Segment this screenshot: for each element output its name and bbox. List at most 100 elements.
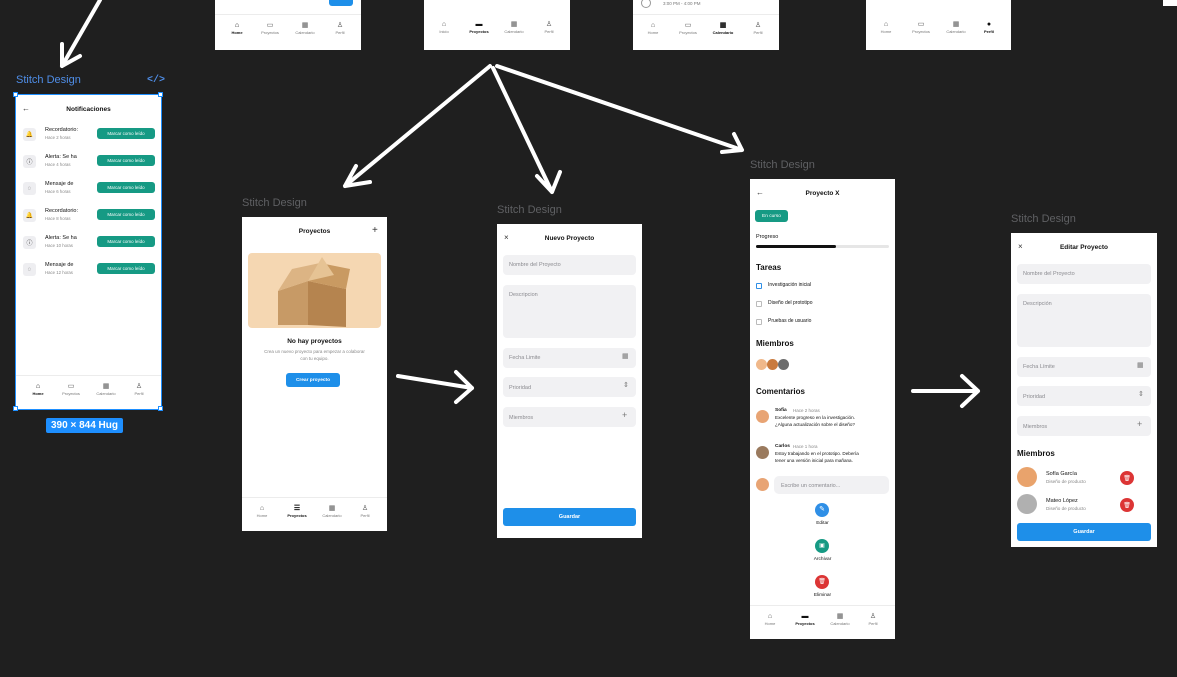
calendar-icon[interactable]: ▦ [622, 352, 629, 360]
new-project-screen[interactable]: × Nuevo Proyecto Nombre del Proyecto Des… [497, 224, 642, 538]
mark-read-button[interactable]: Marcar como leído [97, 155, 155, 166]
nav-perfil[interactable]: ♙ Perfil [325, 21, 355, 35]
top-frame-proyectos: ⌂ Inicio ▬ Proyectos ▦ Calendario ♙ Perfil [424, 0, 570, 50]
select-chevron-icon: ⇕ [1138, 391, 1144, 398]
nav-calendario[interactable]: ▦ Calendario [824, 612, 856, 626]
nav-calendario[interactable]: ▦ Calendario [498, 20, 530, 34]
nav-proyectos[interactable]: ▭ Proyectos [673, 21, 703, 35]
nav-perfil[interactable]: ● Perfil [974, 20, 1004, 34]
size-badge: 390 × 844 Hug [46, 418, 123, 433]
briefcase-icon: ▬ [801, 613, 809, 620]
create-project-button[interactable]: Crear proyecto [286, 373, 340, 387]
avatar [756, 410, 769, 423]
resize-handle[interactable] [13, 406, 18, 411]
nav-calendario[interactable]: ▦ Calendario [289, 21, 321, 35]
edit-project-screen[interactable]: × Editar Proyecto Nombre del Proyecto De… [1011, 233, 1157, 547]
screen-title: Proyectos [298, 228, 331, 235]
frame-label[interactable]: Stitch Design [750, 159, 815, 171]
home-icon: ⌂ [234, 22, 240, 29]
mark-read-button[interactable]: Marcar como leído [97, 209, 155, 220]
nav-proyectos[interactable]: ▬ Proyectos [464, 20, 494, 34]
mark-read-button[interactable]: Marcar como leído [97, 128, 155, 139]
remove-member-button[interactable]: 🗑 [1120, 471, 1134, 485]
remove-member-button[interactable]: 🗑 [1120, 498, 1134, 512]
archive-button[interactable]: ▣ [815, 539, 829, 553]
resize-handle[interactable] [158, 406, 163, 411]
resize-handle[interactable] [13, 92, 18, 97]
projects-empty-screen[interactable]: Proyectos + No hay proyectos Crea un nue… [242, 217, 387, 531]
nav-proyectos[interactable]: ☰ Proyectos [282, 504, 312, 518]
nav-calendario[interactable]: ▦ Calendario [707, 21, 739, 35]
resize-handle[interactable] [158, 92, 163, 97]
bell-icon: 🔔 [23, 128, 36, 141]
screen-title: Editar Proyecto [1059, 244, 1109, 251]
frame-label[interactable]: Stitch Design [242, 197, 307, 209]
briefcase-icon: ▭ [684, 22, 692, 29]
progress-label: Progreso [756, 234, 779, 240]
arrow-to-project-x [495, 64, 744, 154]
add-member-icon[interactable]: + [622, 410, 627, 420]
nav-perfil[interactable]: ♙ Perfil [350, 504, 380, 518]
bell-icon: 🔔 [23, 209, 36, 222]
notification-title: Mensaje de [45, 181, 74, 187]
task-checkbox[interactable] [756, 283, 762, 289]
nav-home[interactable]: ⌂ Home [756, 612, 784, 626]
screen-title: Nuevo Proyecto [544, 235, 595, 242]
calendar-icon: ▦ [301, 22, 309, 29]
mark-read-button[interactable]: Marcar como leído [97, 236, 155, 247]
delete-label: Eliminar [813, 593, 832, 598]
nav-home[interactable]: ⌂ Home [872, 20, 900, 34]
nav-perfil[interactable]: ♙ Perfil [743, 21, 773, 35]
add-member-icon[interactable]: + [1137, 419, 1142, 429]
nav-proyectos[interactable]: ▭ Proyectos [906, 20, 936, 34]
mark-read-button[interactable]: Marcar como leído [97, 263, 155, 274]
task-checkbox[interactable] [756, 319, 762, 325]
avatar [756, 359, 767, 370]
nav-inicio[interactable]: ⌂ Inicio [430, 20, 458, 34]
frame-label[interactable]: Stitch Design [497, 204, 562, 216]
nav-home[interactable]: ⌂ Home [24, 382, 52, 396]
notification-title: Recordatorio: [45, 208, 79, 214]
delete-button[interactable]: 🗑 [815, 575, 829, 589]
nav-calendario[interactable]: ▦ Calendario [316, 504, 348, 518]
nav-proyectos[interactable]: ▭ Proyectos [56, 382, 86, 396]
nav-calendario[interactable]: ▦ Calendario [90, 382, 122, 396]
notification-title: Recordatorio: [45, 127, 79, 133]
priority-placeholder: Prioridad [1023, 394, 1046, 400]
nav-perfil[interactable]: ♙ Perfil [858, 612, 888, 626]
task-checkbox[interactable] [756, 301, 762, 307]
partial-button[interactable] [329, 0, 353, 6]
nav-proyectos[interactable]: ▭ Proyectos [255, 21, 285, 35]
notifications-screen[interactable]: ← Notificaciones 🔔 Recordatorio: Hace 2 ho… [15, 94, 162, 410]
project-detail-screen[interactable]: ← Proyecto X En curso Progreso Tareas In… [750, 179, 895, 639]
comment-time: Hace 2 horas [793, 408, 820, 413]
nav-perfil[interactable]: ♙ Perfil [124, 382, 154, 396]
notification-title: Mensaje de [45, 262, 74, 268]
description-placeholder: Descripción [1023, 301, 1052, 307]
add-icon[interactable]: + [372, 225, 378, 236]
message-icon: ◌ [23, 182, 36, 195]
code-icon[interactable]: </> [147, 75, 165, 86]
nav-home[interactable]: ⌂ Home [248, 504, 276, 518]
mark-read-button[interactable]: Marcar como leído [97, 182, 155, 193]
edit-button[interactable]: ✎ [815, 503, 829, 517]
members-heading: Miembros [756, 339, 794, 348]
frame-label[interactable]: Stitch Design [1011, 213, 1076, 225]
calendar-icon[interactable]: ▦ [1137, 361, 1144, 369]
save-button[interactable]: Guardar [1017, 523, 1151, 541]
frame-label[interactable]: Stitch Design [16, 74, 81, 86]
comment-text: tener una versión inicial para mañana. [775, 458, 853, 463]
user-icon: ♙ [545, 21, 553, 28]
status-badge: En curso [755, 210, 788, 222]
screen-title: Notificaciones [66, 106, 111, 113]
nav-home[interactable]: ⌂ Home [223, 21, 251, 35]
save-button[interactable]: Guardar [503, 508, 636, 526]
member-name: Mateo López [1046, 498, 1078, 504]
task-label: Pruebas de usuario [768, 318, 812, 324]
briefcase-icon: ▬ [475, 21, 483, 28]
nav-proyectos[interactable]: ▬ Proyectos [790, 612, 820, 626]
nav-perfil[interactable]: ♙ Perfil [534, 20, 564, 34]
progress-track [756, 245, 889, 248]
nav-calendario[interactable]: ▦ Calendario [940, 20, 972, 34]
nav-home[interactable]: ⌂ Home [639, 21, 667, 35]
